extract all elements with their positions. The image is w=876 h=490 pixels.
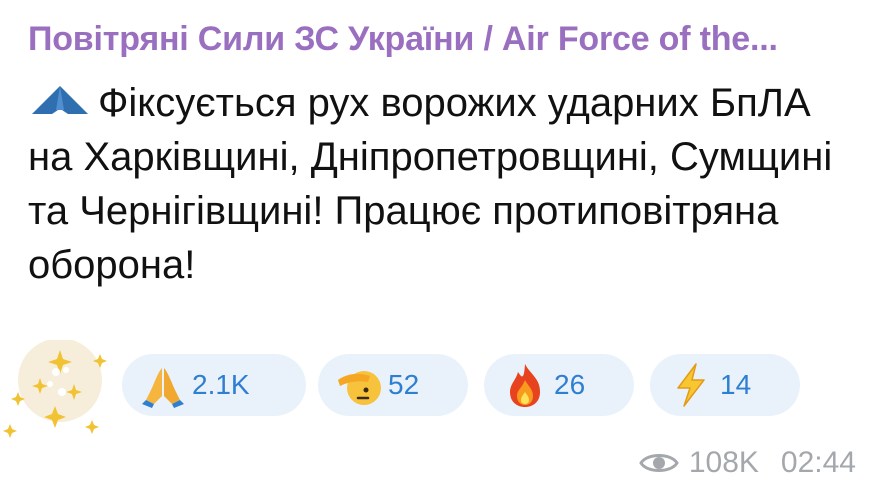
shahed-drone-icon xyxy=(32,86,88,114)
reaction-folded-hands[interactable]: 2.1K xyxy=(122,354,306,416)
sparkle-effect-icon xyxy=(3,340,107,438)
reaction-count: 2.1K xyxy=(192,369,250,400)
folded-hands-icon xyxy=(142,368,184,408)
eye-icon xyxy=(639,454,679,472)
fire-icon xyxy=(510,364,540,407)
reaction-count: 14 xyxy=(720,369,752,400)
reaction-saluting-face[interactable]: 52 xyxy=(318,354,468,416)
message-text: Фіксується рух ворожих ударних БпЛА на Х… xyxy=(28,81,833,287)
channel-name[interactable]: Повітряні Сили ЗС України / Air Force of… xyxy=(28,20,868,59)
message-time: 02:44 xyxy=(780,446,856,479)
reaction-count: 26 xyxy=(554,369,586,400)
high-voltage-icon xyxy=(677,363,705,407)
message-body: Фіксується рух ворожих ударних БпЛА на Х… xyxy=(28,76,858,292)
reaction-high-voltage[interactable]: 14 xyxy=(650,354,800,416)
reaction-count: 52 xyxy=(388,369,420,400)
message-meta: 108K 02:44 xyxy=(639,446,856,480)
reactions-bar: 2.1K 52 26 14 xyxy=(0,340,876,438)
reaction-fire[interactable]: 26 xyxy=(484,354,634,416)
saluting-face-icon xyxy=(338,371,381,405)
views-count: 108K xyxy=(688,446,759,479)
message-bubble: Повітряні Сили ЗС України / Air Force of… xyxy=(0,0,876,490)
